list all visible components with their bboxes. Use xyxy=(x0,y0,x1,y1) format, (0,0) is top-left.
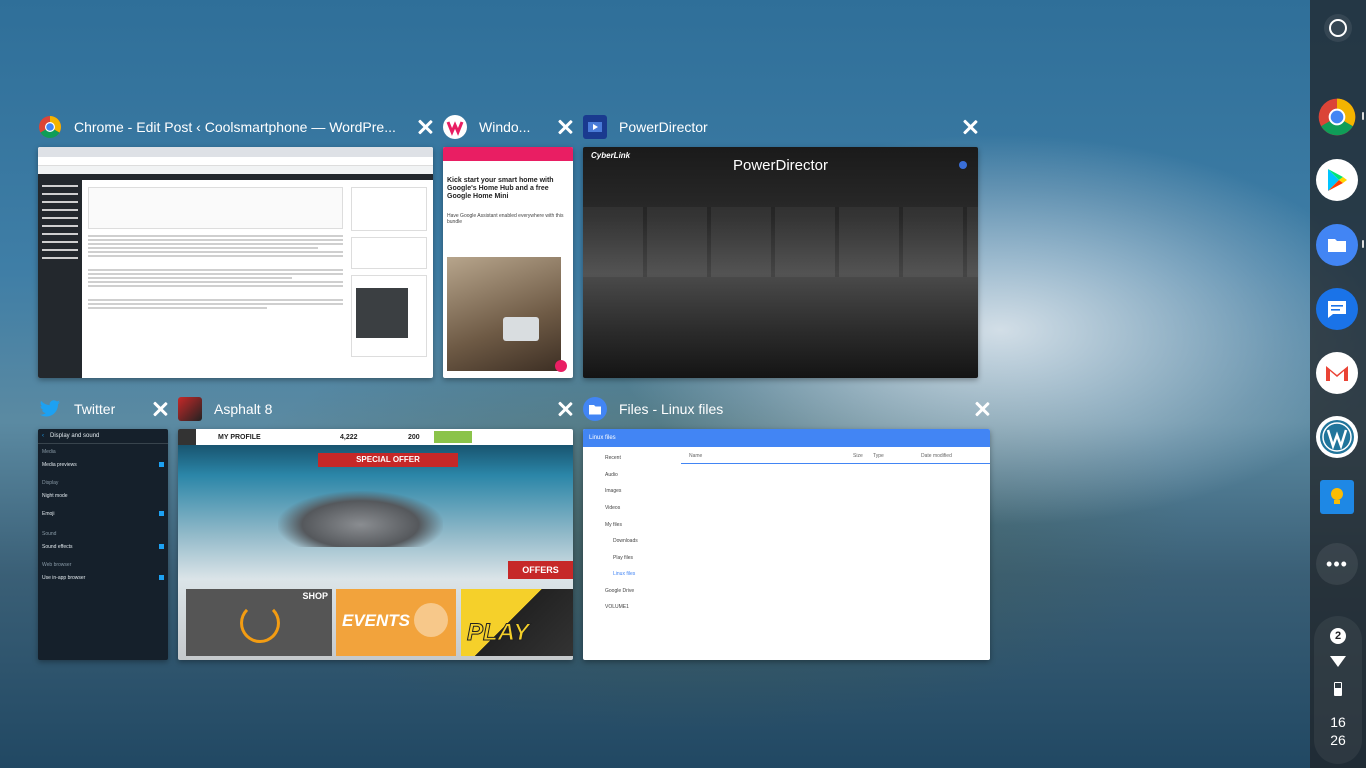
file-list-header: Name Size Type Date modified xyxy=(681,451,990,464)
notification-icon[interactable] xyxy=(959,161,967,169)
checkbox-icon[interactable] xyxy=(159,511,164,516)
checkbox-icon[interactable] xyxy=(159,575,164,580)
car-image xyxy=(278,491,443,547)
settings-row[interactable]: Emoji xyxy=(42,511,164,517)
currency-tokens: 200 xyxy=(408,433,420,441)
window-preview[interactable]: Linux files Recent Audio Images Videos M… xyxy=(583,429,990,660)
twitter-icon xyxy=(38,397,62,421)
close-window-button[interactable] xyxy=(150,399,170,419)
chrome-icon[interactable] xyxy=(1316,96,1364,138)
window-preview[interactable]: Kick start your smart home with Google's… xyxy=(443,147,573,378)
section-header: Sound xyxy=(42,531,57,537)
nav-item[interactable]: Videos xyxy=(605,505,620,511)
my-profile-button[interactable]: MY PROFILE xyxy=(218,434,270,441)
wifi-icon xyxy=(1330,656,1346,667)
powerdirector-icon xyxy=(583,115,607,139)
checkbox-icon[interactable] xyxy=(159,544,164,549)
messages-icon[interactable] xyxy=(1316,288,1358,330)
asphalt-icon xyxy=(178,397,202,421)
window-title: Asphalt 8 xyxy=(214,401,273,417)
special-offer-banner[interactable]: SPECIAL OFFER xyxy=(318,453,458,467)
fab-button[interactable] xyxy=(555,360,567,372)
close-window-button[interactable] xyxy=(555,399,575,419)
close-window-button[interactable] xyxy=(415,117,435,137)
article-intro: Have Google Assistant enabled everywhere… xyxy=(447,213,564,225)
window-title: Files - Linux files xyxy=(619,401,724,417)
wordpress-icon[interactable] xyxy=(1316,416,1358,458)
files-nav: Recent Audio Images Videos My files Down… xyxy=(583,447,680,660)
top-bar: MY PROFILE 4,222 200 xyxy=(178,429,573,445)
settings-row[interactable]: Use in-app browser xyxy=(42,575,164,581)
more-icon[interactable]: ••• xyxy=(1316,543,1358,585)
section-header: Web browser xyxy=(42,562,72,568)
window-preview[interactable]: ‹ Display and sound Media Media previews… xyxy=(38,429,168,660)
chrome-icon xyxy=(38,115,62,139)
settings-row[interactable]: Sound effects xyxy=(42,544,164,550)
nav-item[interactable]: Linux files xyxy=(613,571,635,577)
nav-item[interactable]: Google Drive xyxy=(605,588,634,594)
screen-title: Display and sound xyxy=(50,433,100,439)
column-date[interactable]: Date modified xyxy=(921,453,952,459)
close-window-button[interactable] xyxy=(960,117,980,137)
close-window-button[interactable] xyxy=(555,117,575,137)
launcher-button[interactable] xyxy=(1324,14,1352,42)
files-icon[interactable] xyxy=(1316,224,1364,266)
film-strip xyxy=(583,207,978,277)
section-header: Media xyxy=(42,449,56,455)
window-preview[interactable] xyxy=(38,147,433,378)
window-preview[interactable]: CyberLink PowerDirector xyxy=(583,147,978,378)
shop-tile[interactable]: SHOP xyxy=(186,589,332,656)
window-preview[interactable]: MY PROFILE 4,222 200 SPECIAL OFFER OFFER… xyxy=(178,429,573,660)
battery-icon xyxy=(1334,682,1342,696)
window-title: Windo... xyxy=(479,119,531,135)
close-window-button[interactable] xyxy=(972,399,992,419)
window-header: Twitter xyxy=(38,397,168,421)
checkbox-icon[interactable] xyxy=(159,462,164,467)
currency-credits: 4,222 xyxy=(340,433,358,441)
window-header: Asphalt 8 xyxy=(178,397,573,421)
window-title: PowerDirector xyxy=(619,119,708,135)
window-header: Windo... xyxy=(443,115,573,139)
status-tray[interactable]: 2 16 26 xyxy=(1314,616,1362,764)
settings-row[interactable]: Media previews xyxy=(42,462,164,468)
window-header: Files - Linux files xyxy=(583,397,990,421)
app-title: PowerDirector xyxy=(732,157,829,174)
notification-badge[interactable]: 2 xyxy=(1330,628,1346,644)
article-headline[interactable]: Kick start your smart home with Google's… xyxy=(447,177,569,201)
window-header: PowerDirector xyxy=(583,115,978,139)
settings-row[interactable]: Night mode xyxy=(42,493,164,499)
nav-item[interactable]: Downloads xyxy=(613,538,638,544)
window-title: Twitter xyxy=(74,401,116,417)
clock-minute: 26 xyxy=(1330,732,1346,748)
nav-item[interactable]: My files xyxy=(605,522,622,528)
files-icon xyxy=(583,397,607,421)
trophy-icon xyxy=(414,603,448,637)
play-store-icon[interactable] xyxy=(1316,159,1358,201)
keep-icon[interactable] xyxy=(1320,480,1354,514)
gmail-icon[interactable] xyxy=(1316,352,1358,394)
shelf: ••• 2 16 26 xyxy=(1310,0,1366,768)
window-app-icon xyxy=(443,115,467,139)
window-header: Chrome - Edit Post ‹ Coolsmartphone — Wo… xyxy=(38,115,433,139)
offers-button[interactable]: OFFERS xyxy=(508,561,573,579)
events-tile[interactable]: EVENTS xyxy=(336,589,456,656)
nav-item[interactable]: Images xyxy=(605,488,621,494)
column-size[interactable]: Size xyxy=(853,453,863,459)
back-icon[interactable]: ‹ xyxy=(42,433,44,439)
section-header: Display xyxy=(42,480,59,486)
play-tile[interactable]: PLAY xyxy=(461,589,573,656)
loading-icon xyxy=(240,603,280,643)
nav-item[interactable]: Play files xyxy=(613,555,633,561)
nav-item[interactable]: Recent xyxy=(605,455,621,461)
column-type[interactable]: Type xyxy=(873,453,884,459)
nav-item[interactable]: VOLUME1 xyxy=(605,604,629,610)
toolbar-title: Linux files xyxy=(589,435,616,441)
window-title: Chrome - Edit Post ‹ Coolsmartphone — Wo… xyxy=(74,119,396,135)
column-name[interactable]: Name xyxy=(689,453,702,459)
article-image xyxy=(447,257,561,371)
nav-item[interactable]: Audio xyxy=(605,472,618,478)
clock-hour: 16 xyxy=(1330,714,1346,730)
